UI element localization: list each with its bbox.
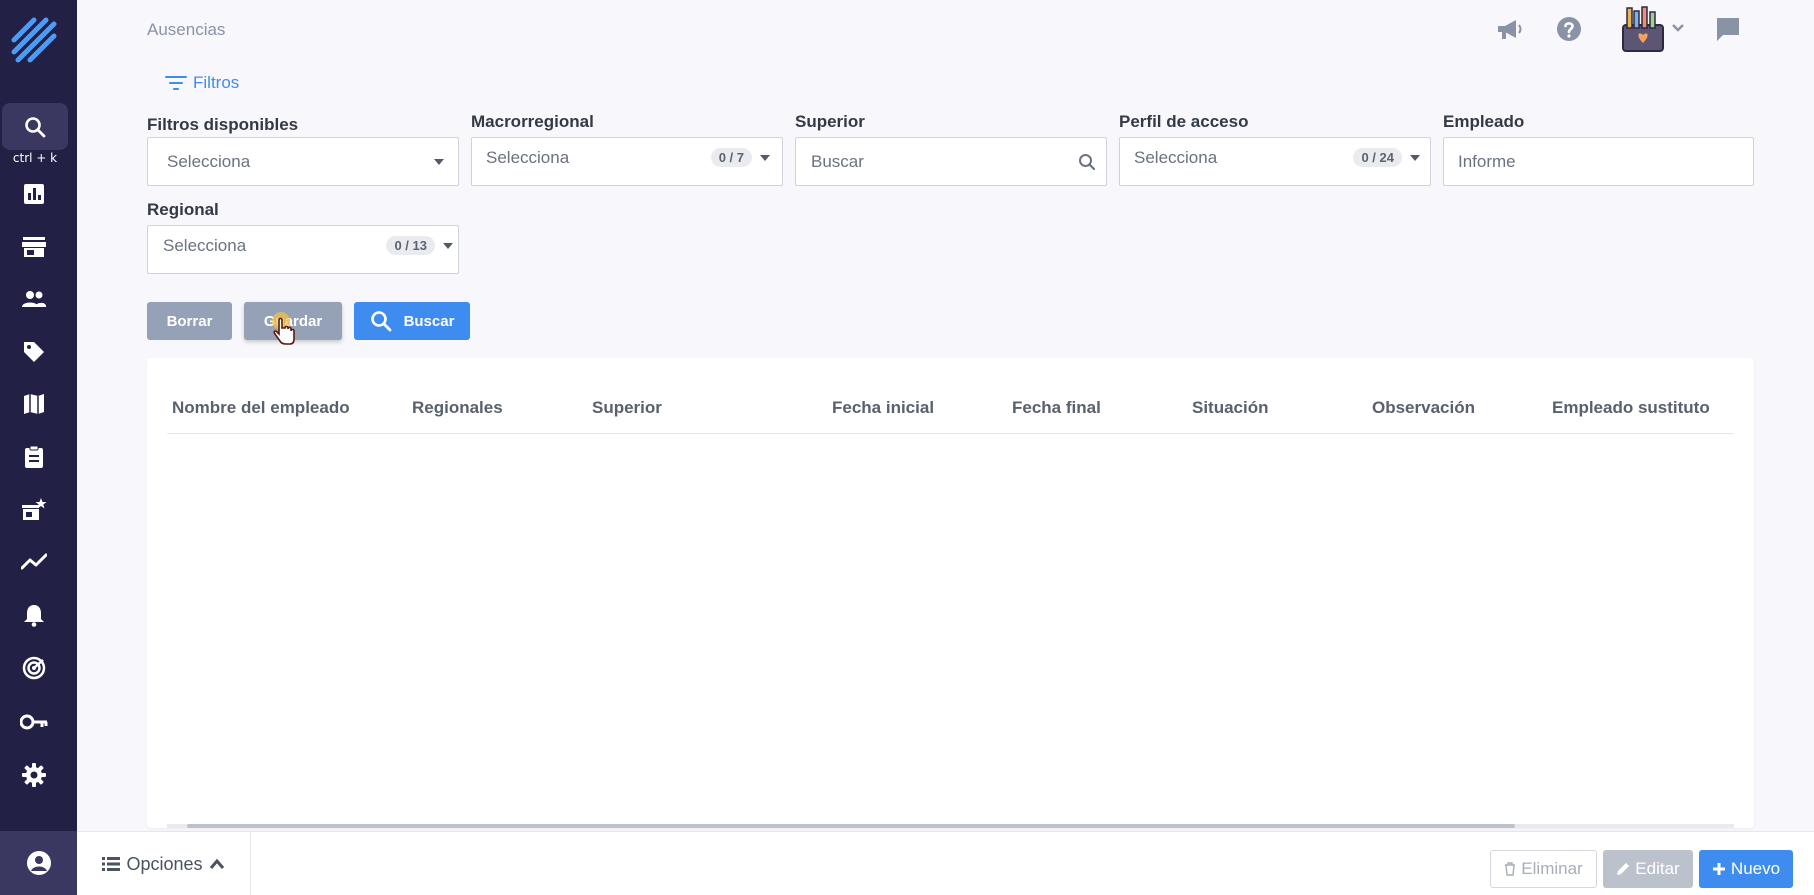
empleado-placeholder: Informe: [1458, 151, 1516, 171]
sidebar: ctrl + k: [0, 0, 77, 895]
announcements-icon[interactable]: [1495, 14, 1525, 44]
filters-available-placeholder: Selecciona: [167, 151, 251, 171]
perfil-count-badge: 0 / 24: [1353, 148, 1402, 167]
perfil-select[interactable]: Selecciona 0 / 24: [1119, 137, 1431, 186]
users-icon[interactable]: [20, 285, 48, 313]
caret-down-icon: [434, 158, 444, 165]
column-header[interactable]: Fecha inicial: [832, 398, 934, 418]
clipboard-icon[interactable]: [20, 443, 48, 471]
superior-search-input[interactable]: Buscar: [795, 137, 1107, 186]
options-menu-button[interactable]: Opciones: [77, 832, 251, 895]
column-header[interactable]: Situación: [1192, 398, 1269, 418]
chevron-up-icon: [209, 858, 224, 869]
column-header[interactable]: Nombre del empleado: [172, 398, 350, 418]
trend-icon[interactable]: [20, 548, 48, 576]
new-button[interactable]: Nuevo: [1699, 850, 1793, 888]
macroregional-select[interactable]: Selecciona 0 / 7: [471, 137, 783, 186]
bell-icon[interactable]: [20, 601, 48, 629]
search-button[interactable]: Buscar: [354, 302, 470, 340]
avatar[interactable]: [1617, 5, 1669, 53]
superior-placeholder: Buscar: [811, 151, 864, 171]
map-icon[interactable]: [20, 390, 48, 418]
mouse-cursor: [270, 312, 300, 352]
scrollbar-thumb[interactable]: [187, 824, 1515, 828]
tag-icon[interactable]: [20, 338, 48, 366]
pencil-icon: [1617, 863, 1630, 875]
delete-button[interactable]: Eliminar: [1490, 850, 1597, 888]
superior-label: Superior: [795, 112, 865, 131]
column-header[interactable]: Fecha final: [1012, 398, 1101, 418]
app-logo[interactable]: [8, 14, 60, 66]
column-header[interactable]: Empleado sustituto: [1552, 398, 1710, 418]
empleado-input[interactable]: Informe: [1443, 137, 1754, 186]
column-header[interactable]: Superior: [592, 398, 662, 418]
bottom-action-bar: Opciones Eliminar Editar Nuevo: [77, 831, 1814, 895]
search-shortcut-hint: ctrl + k: [12, 151, 58, 165]
horizontal-scrollbar[interactable]: [167, 824, 1734, 828]
trash-icon: [1505, 862, 1516, 876]
regional-placeholder: Selecciona: [163, 235, 247, 255]
key-icon[interactable]: [20, 708, 48, 736]
column-header[interactable]: Regionales: [412, 398, 503, 418]
search-button-label: Buscar: [403, 312, 455, 330]
regional-count-badge: 0 / 13: [386, 236, 435, 255]
perfil-placeholder: Selecciona: [1134, 147, 1218, 167]
macroregional-count-badge: 0 / 7: [710, 148, 752, 167]
radar-icon[interactable]: [20, 654, 48, 682]
absences-table: Nombre del empleado Regionales Superior …: [147, 358, 1754, 828]
macroregional-label: Macrorregional: [471, 112, 594, 131]
filters-toggle-label: Filtros: [193, 73, 240, 92]
search-icon: [1079, 153, 1096, 170]
regional-select[interactable]: Selecciona 0 / 13: [147, 225, 459, 274]
perfil-label: Perfil de acceso: [1119, 112, 1249, 131]
empleado-label: Empleado: [1443, 112, 1525, 131]
search-icon: [370, 311, 391, 332]
caret-down-icon: [1410, 154, 1420, 161]
dashboard-icon[interactable]: [20, 180, 48, 208]
chat-icon[interactable]: [1713, 14, 1743, 44]
account-circle-icon: [26, 851, 51, 875]
caret-down-icon: [443, 242, 453, 249]
delete-label: Eliminar: [1521, 859, 1583, 878]
chevron-down-icon[interactable]: [1670, 20, 1686, 36]
table-header: Nombre del empleado Regionales Superior …: [167, 398, 1734, 434]
edit-label: Editar: [1635, 859, 1680, 878]
filters-available-select[interactable]: Selecciona: [147, 137, 459, 186]
regional-label: Regional: [147, 200, 219, 219]
search-icon: [25, 116, 46, 137]
user-account-button[interactable]: [0, 831, 77, 895]
filters-available-label: Filtros disponibles: [147, 115, 299, 134]
filter-icon: [165, 76, 187, 90]
macroregional-placeholder: Selecciona: [486, 147, 570, 167]
featured-store-icon[interactable]: [20, 495, 48, 523]
new-label: Nuevo: [1730, 859, 1781, 878]
plus-icon: [1712, 863, 1725, 875]
help-icon[interactable]: [1554, 14, 1584, 44]
filters-toggle[interactable]: Filtros: [165, 73, 239, 93]
store-icon[interactable]: [20, 233, 48, 261]
edit-button[interactable]: Editar: [1603, 850, 1693, 888]
list-icon: [102, 857, 121, 871]
options-label: Opciones: [126, 853, 203, 874]
page-title: Ausencias: [147, 20, 226, 39]
global-search-button[interactable]: [2, 103, 68, 150]
gear-icon[interactable]: [20, 761, 48, 789]
column-header[interactable]: Observación: [1372, 398, 1475, 418]
caret-down-icon: [760, 154, 770, 161]
clear-button[interactable]: Borrar: [147, 302, 232, 340]
